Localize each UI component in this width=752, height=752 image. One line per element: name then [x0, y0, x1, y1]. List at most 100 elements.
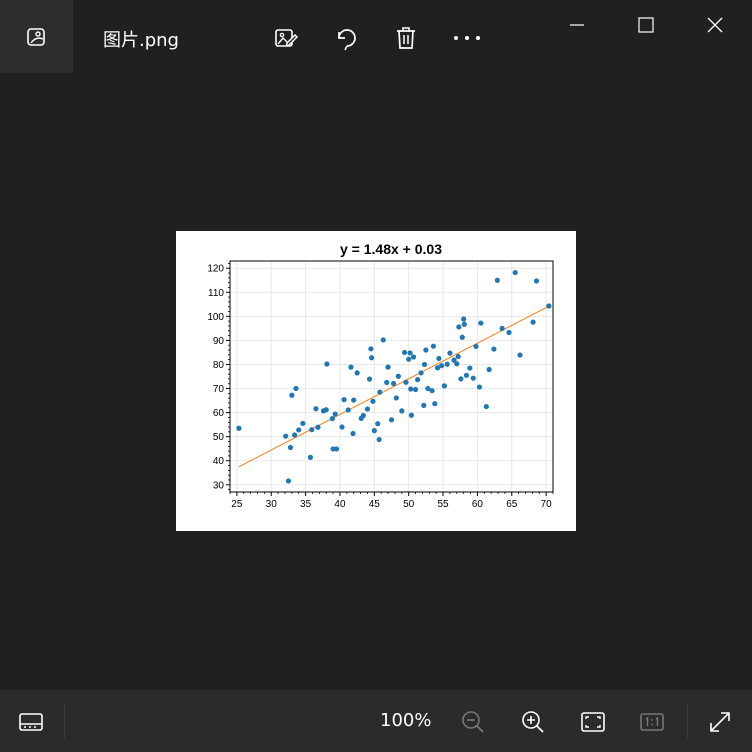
data-point [384, 379, 390, 386]
data-point [412, 386, 419, 393]
data-point [439, 363, 445, 369]
zoom-out-icon [462, 711, 484, 733]
separator [687, 704, 688, 738]
filmstrip-icon [19, 713, 43, 731]
data-point [506, 329, 512, 336]
chart-title: y = 1.48x + 0.03 [340, 241, 442, 257]
data-point [348, 364, 354, 370]
data-point [370, 398, 376, 404]
expand-icon [710, 712, 730, 732]
x-tick-label: 30 [266, 499, 278, 510]
data-point [332, 411, 338, 417]
data-point [408, 412, 415, 418]
minimize-icon [570, 24, 584, 26]
data-point [421, 402, 427, 408]
trash-icon [397, 27, 415, 49]
data-point [423, 347, 429, 353]
zoom-out-button[interactable] [453, 702, 493, 742]
delete-button[interactable] [386, 18, 426, 58]
data-point [293, 385, 299, 392]
x-tick-label: 60 [472, 499, 484, 510]
minimize-button[interactable] [547, 0, 607, 50]
actual-size-button[interactable] [632, 702, 672, 742]
data-point [463, 372, 470, 378]
data-point [366, 376, 373, 382]
x-tick-label: 25 [231, 499, 243, 510]
data-point [418, 370, 424, 376]
data-point [283, 433, 289, 439]
data-point [399, 408, 405, 414]
y-tick-label: 60 [213, 408, 225, 419]
data-point [364, 406, 371, 412]
zoom-level: 100% [380, 710, 432, 731]
x-tick-label: 50 [403, 499, 415, 510]
data-point [415, 377, 421, 383]
fit-to-window-button[interactable] [573, 702, 613, 742]
data-point [236, 425, 242, 431]
data-point [329, 416, 335, 422]
x-tick-label: 70 [541, 499, 553, 510]
filmstrip-button[interactable] [11, 702, 51, 742]
data-point [285, 478, 292, 484]
data-point [388, 417, 395, 423]
data-point [300, 420, 306, 427]
data-point [470, 375, 476, 381]
image-canvas[interactable]: y = 1.48x + 0.03 25 30 35 40 45 50 55 60 65 70 30 4… [0, 74, 752, 690]
data-point [494, 277, 500, 283]
data-point [345, 407, 351, 413]
zoom-in-icon [522, 711, 544, 733]
scatter-chart: y = 1.48x + 0.03 25 30 35 40 45 50 55 60 65 70 30 4… [176, 231, 576, 531]
data-point [309, 427, 315, 433]
photos-viewer-window: 图片.png y = 1.48x + 0.03 25 30 35 40 45 5… [0, 0, 752, 752]
data-point [478, 320, 484, 326]
data-point [315, 424, 321, 430]
data-point [530, 319, 536, 325]
actual-size-icon [640, 713, 664, 731]
separator [64, 704, 65, 738]
data-point [436, 355, 442, 362]
full-screen-button[interactable] [700, 702, 740, 742]
photos-app-icon [26, 27, 45, 46]
data-point [432, 401, 438, 407]
data-point [461, 321, 467, 327]
data-point [376, 436, 382, 443]
data-point [390, 380, 397, 387]
data-point [429, 388, 435, 394]
more-options-button[interactable] [447, 18, 487, 58]
close-icon [707, 17, 723, 33]
data-point [421, 361, 428, 368]
maximize-button[interactable] [616, 0, 676, 50]
data-point [407, 350, 413, 356]
data-point [499, 325, 505, 331]
edit-image-icon [275, 29, 299, 47]
data-point [307, 454, 314, 460]
zoom-in-button[interactable] [513, 702, 553, 742]
y-tick-label: 30 [213, 480, 225, 491]
data-point [360, 412, 366, 419]
data-point [313, 406, 319, 412]
photos-app-button[interactable] [0, 0, 73, 73]
data-point [403, 379, 409, 385]
rotate-button[interactable] [327, 18, 367, 58]
data-point [368, 346, 374, 352]
data-point [401, 349, 408, 356]
data-point [296, 427, 302, 433]
data-point [491, 346, 497, 352]
close-button[interactable] [685, 0, 745, 50]
data-point [408, 386, 414, 392]
data-point [354, 370, 360, 376]
data-point [454, 361, 460, 367]
edit-image-button[interactable] [266, 18, 306, 58]
data-point [476, 384, 483, 390]
y-tick-label: 50 [213, 432, 225, 443]
data-point [350, 430, 356, 437]
data-point [385, 364, 391, 370]
file-name: 图片.png [103, 30, 179, 51]
data-point [323, 407, 329, 413]
data-point [406, 356, 412, 362]
y-tick-label: 70 [213, 384, 225, 395]
data-point [368, 355, 375, 361]
data-point [393, 395, 399, 401]
data-point [512, 269, 518, 276]
data-point [533, 278, 540, 284]
